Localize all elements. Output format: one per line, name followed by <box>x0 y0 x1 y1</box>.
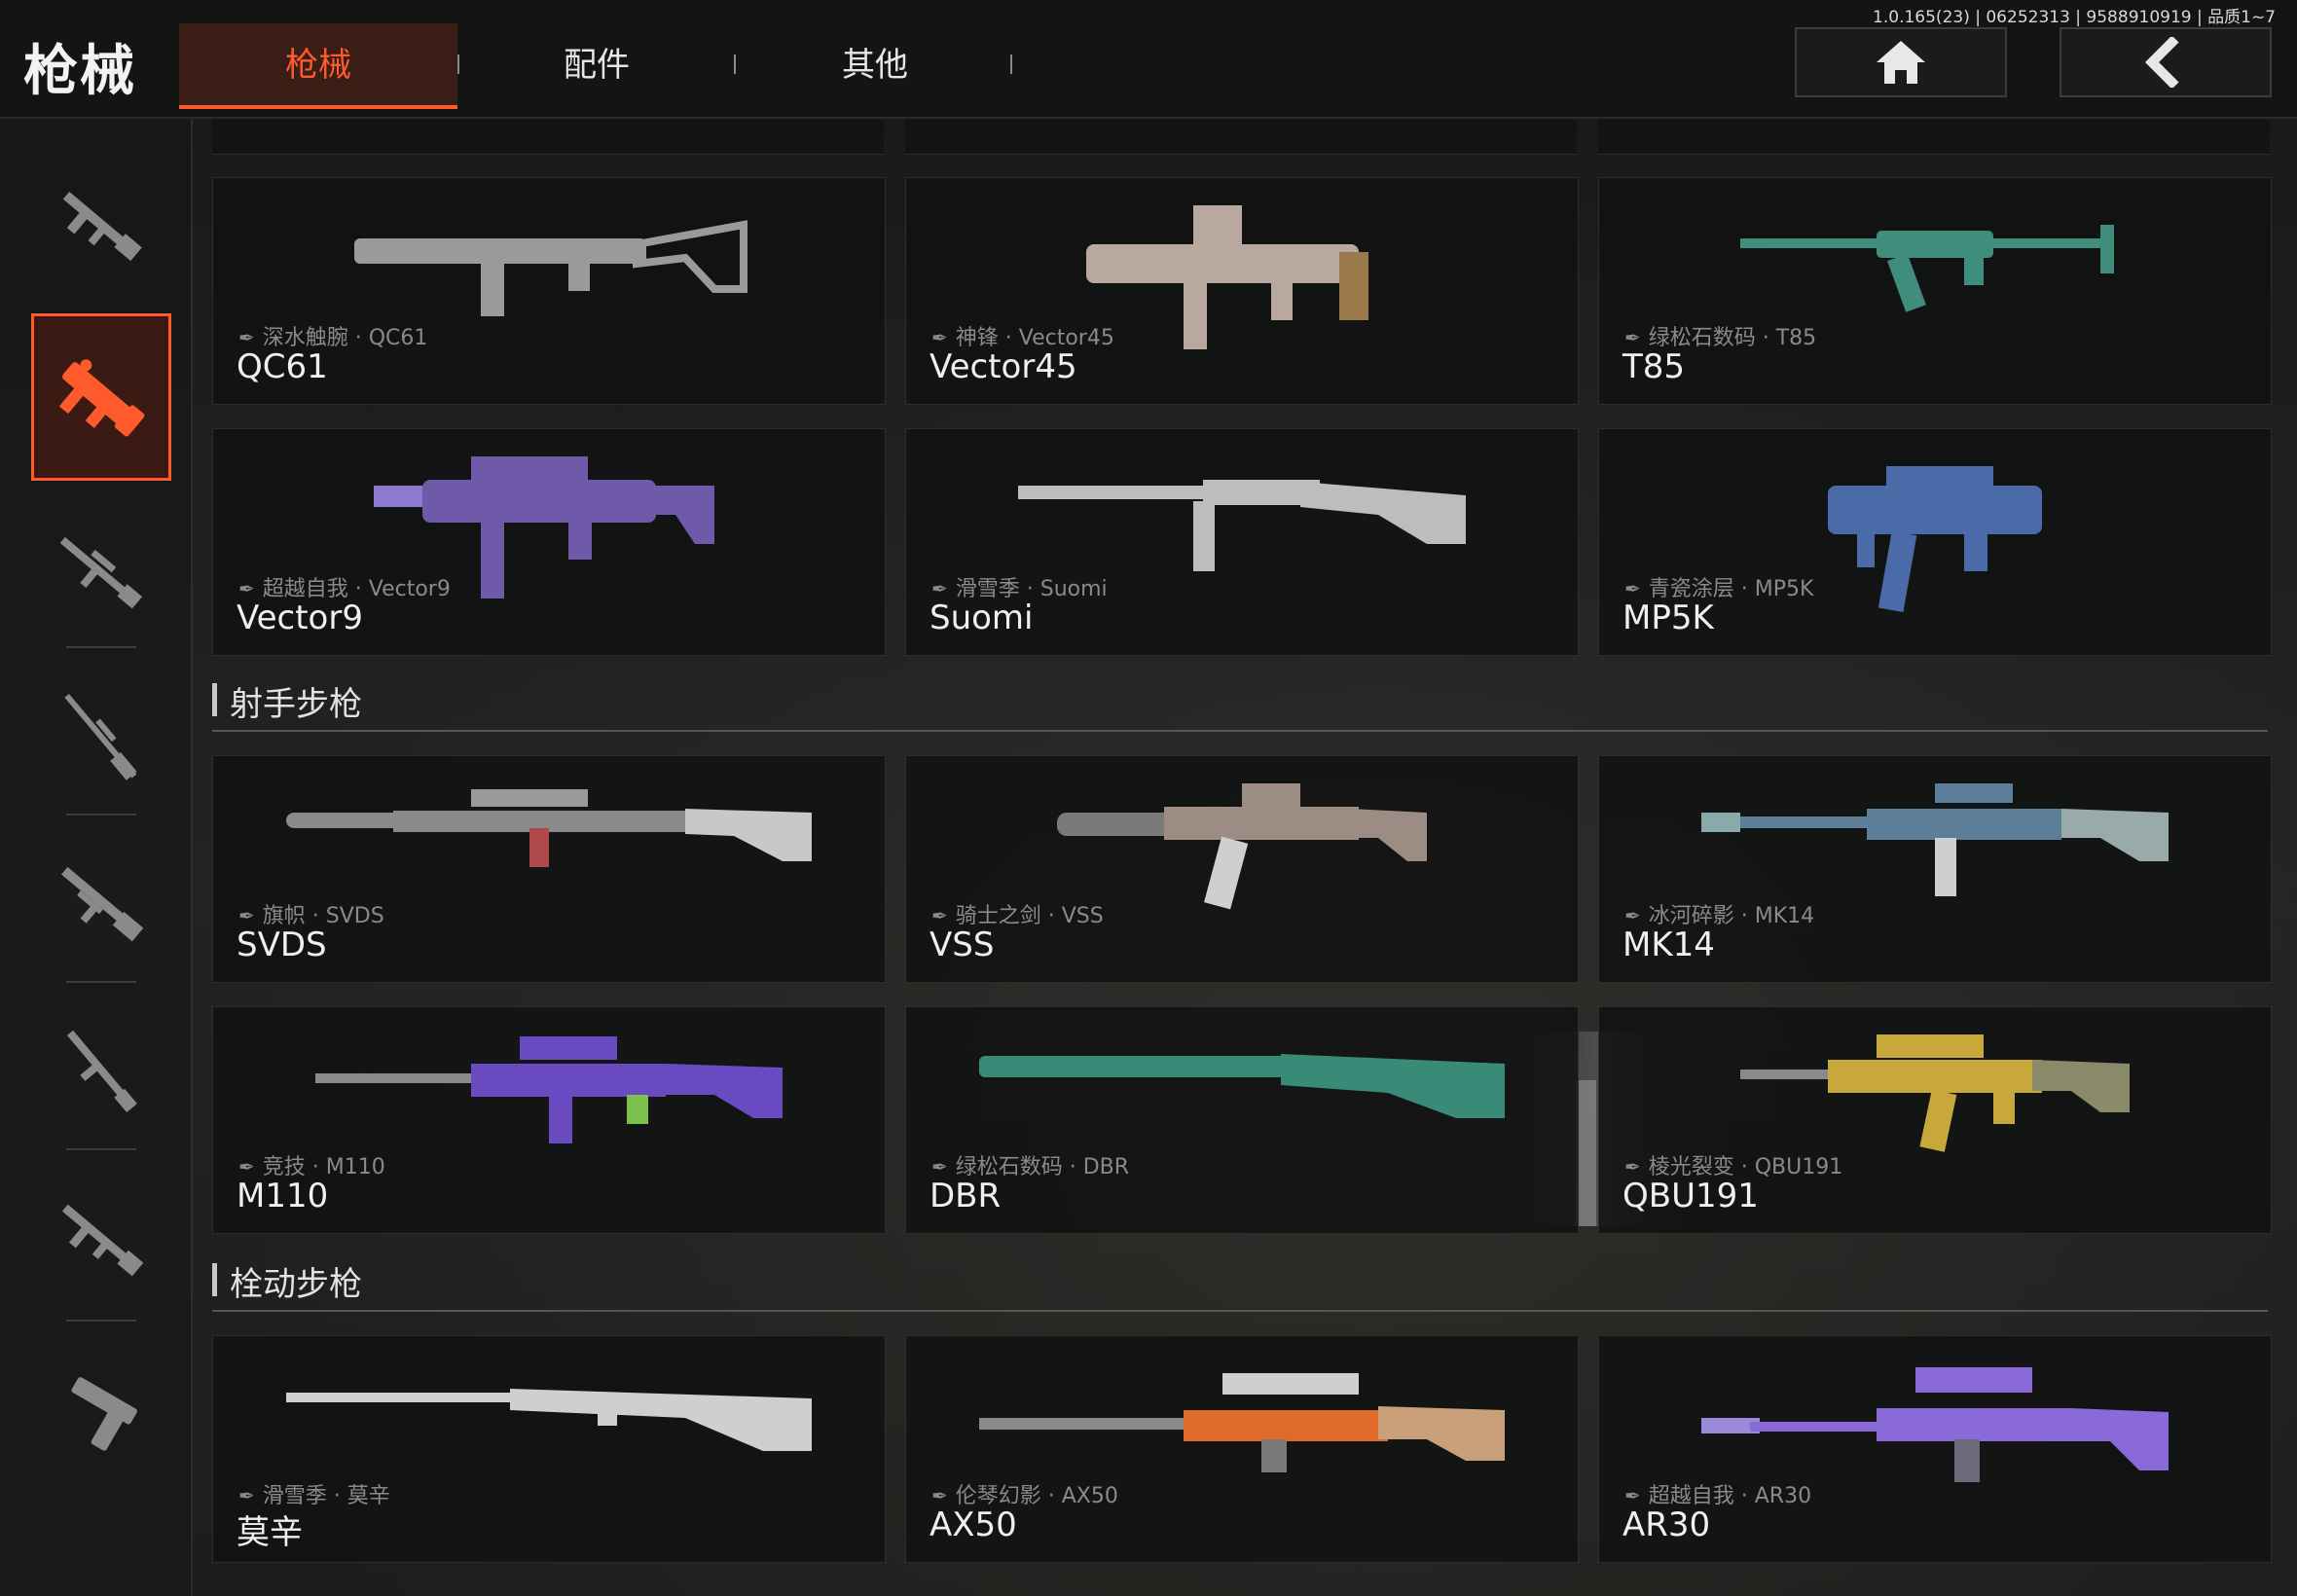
weapon-category-sidebar <box>0 119 193 1596</box>
sidebar-item-lmg[interactable] <box>31 1008 171 1135</box>
weapon-name: VSS <box>930 925 995 964</box>
sidebar-divider <box>66 1320 136 1322</box>
weapon-card[interactable]: ✒ 竞技 · M110 M110 <box>212 1006 886 1234</box>
section-marker <box>212 1263 217 1296</box>
section-header-marksman-rifles: 射手步枪 <box>212 670 2268 732</box>
weapon-image <box>1701 783 2169 896</box>
section-title: 射手步枪 <box>230 685 362 724</box>
weapon-image <box>286 789 812 867</box>
sidebar-item-marksman-rifle[interactable] <box>31 508 171 635</box>
page-title: 枪械 <box>23 40 136 103</box>
tab-attachments[interactable]: 配件 <box>457 23 736 107</box>
weapon-card[interactable]: ✒ 滑雪季 · Suomi Suomi <box>905 428 1579 656</box>
pen-icon: ✒ <box>931 577 948 600</box>
weapon-list: ✒ 深水触腕 · QC61 QC61 ✒ 神锋 · Vector45 Vector4… <box>212 119 2272 1596</box>
pen-icon: ✒ <box>238 326 255 349</box>
pen-icon: ✒ <box>1624 326 1641 349</box>
weapon-name: Suomi <box>930 598 1034 637</box>
sidebar-item-smg[interactable] <box>31 313 171 481</box>
weapon-image <box>1057 783 1427 910</box>
pen-icon: ✒ <box>238 1155 255 1179</box>
weapon-card[interactable]: ✒ 旗帜 · SVDS SVDS <box>212 755 886 983</box>
weapon-name: Vector45 <box>930 347 1077 386</box>
weapon-card[interactable]: ✒ 深水触腕 · QC61 QC61 <box>212 177 886 405</box>
section-divider <box>212 730 2268 732</box>
weapon-image <box>1018 480 1466 571</box>
sidebar-item-assault-rifle[interactable] <box>31 162 171 288</box>
weapon-name: MP5K <box>1622 598 1714 637</box>
section-marker <box>212 683 217 716</box>
weapon-name: 莫辛 <box>237 1513 303 1552</box>
pen-icon: ✒ <box>1624 1155 1641 1179</box>
pen-icon: ✒ <box>1624 577 1641 600</box>
weapon-name: Vector9 <box>237 598 363 637</box>
card-top-strip <box>1598 119 2270 155</box>
top-bar: 枪械 枪械 配件 其他 1.0.165(23) | 06252313 | 958… <box>0 0 2297 119</box>
weapon-name: AR30 <box>1622 1505 1711 1544</box>
weapon-card[interactable]: ✒ 骑士之剑 · VSS VSS <box>905 755 1579 983</box>
weapon-card[interactable]: ✒ 超越自我 · AR30 AR30 <box>1598 1335 2272 1563</box>
sidebar-divider <box>66 1148 136 1150</box>
section-header-bolt-action-rifles: 栓动步枪 <box>212 1250 2268 1312</box>
weapon-name: AX50 <box>930 1505 1017 1544</box>
sidebar-divider <box>66 814 136 816</box>
section-title: 栓动步枪 <box>230 1265 362 1304</box>
weapon-name: SVDS <box>237 925 327 964</box>
home-button[interactable] <box>1795 27 2007 97</box>
weapon-card[interactable]: ✒ 超越自我 · Vector9 Vector9 <box>212 428 886 656</box>
weapon-image <box>979 1373 1505 1472</box>
sidebar-item-pistol[interactable] <box>31 1347 171 1473</box>
sidebar-item-sniper-rifle[interactable] <box>31 673 171 800</box>
pen-icon: ✒ <box>238 904 255 927</box>
pen-icon: ✒ <box>931 904 948 927</box>
weapon-image <box>979 1054 1505 1118</box>
tab-guns[interactable]: 枪械 <box>179 23 457 109</box>
pen-icon: ✒ <box>238 1484 255 1507</box>
weapon-card[interactable]: ✒ 伦琴幻影 · AX50 AX50 <box>905 1335 1579 1563</box>
weapon-name: QC61 <box>237 347 328 386</box>
weapon-card[interactable]: ✒ 绿松石数码 · DBR DBR <box>905 1006 1579 1234</box>
weapon-name: M110 <box>237 1177 329 1215</box>
back-button[interactable] <box>2060 27 2272 97</box>
tab-divider <box>1010 54 1012 74</box>
sidebar-divider <box>66 981 136 983</box>
weapon-card[interactable]: ✒ 棱光裂变 · QBU191 QBU191 <box>1598 1006 2272 1234</box>
pen-icon: ✒ <box>238 577 255 600</box>
pen-icon: ✒ <box>931 326 948 349</box>
weapon-image <box>1740 225 2114 312</box>
weapon-card[interactable]: ✒ 青瓷涂层 · MP5K MP5K <box>1598 428 2272 656</box>
weapon-name: DBR <box>930 1177 1002 1215</box>
weapon-card[interactable]: ✒ 滑雪季 · 莫辛 莫辛 <box>212 1335 886 1563</box>
weapon-card[interactable]: ✒ 冰河碎影 · MK14 MK14 <box>1598 755 2272 983</box>
sidebar-divider <box>66 646 136 648</box>
section-divider <box>212 1310 2268 1312</box>
weapon-name: QBU191 <box>1622 1177 1759 1215</box>
weapon-card[interactable]: ✒ 神锋 · Vector45 Vector45 <box>905 177 1579 405</box>
sidebar-item-shotgun[interactable] <box>31 841 171 967</box>
weapon-image <box>286 1389 812 1451</box>
weapon-image <box>354 220 747 316</box>
card-top-strip <box>212 119 884 155</box>
pen-icon: ✒ <box>1624 1484 1641 1507</box>
weapon-name: MK14 <box>1622 925 1715 964</box>
tab-other[interactable]: 其他 <box>736 23 1014 107</box>
build-info: 1.0.165(23) | 06252313 | 9588910919 | 品质… <box>1873 8 2276 27</box>
sidebar-item-carbine[interactable] <box>31 1176 171 1302</box>
card-top-strip <box>905 119 1577 155</box>
pen-icon: ✒ <box>931 1155 948 1179</box>
weapon-image <box>1828 466 2042 613</box>
weapon-image <box>1086 205 1368 349</box>
pen-icon: ✒ <box>931 1484 948 1507</box>
weapon-name: T85 <box>1622 347 1686 386</box>
weapon-card[interactable]: ✒ 绿松石数码 · T85 T85 <box>1598 177 2272 405</box>
pen-icon: ✒ <box>1624 904 1641 927</box>
